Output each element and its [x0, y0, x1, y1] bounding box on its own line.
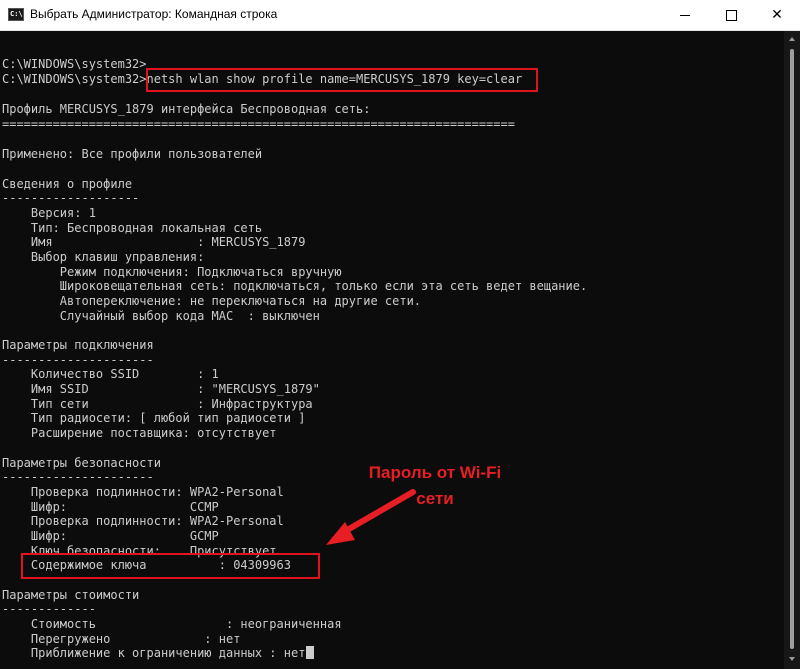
console-line: Широковещательная сеть: подключаться, то…	[2, 279, 588, 293]
window-title: Выбрать Администратор: Командная строка	[30, 7, 278, 21]
console-line: Перегружено : нет	[2, 632, 241, 646]
console-line: Профиль MERCUSYS_1879 интерфейса Беспров…	[2, 102, 371, 116]
console-line: Тип сети : Инфраструктура	[2, 397, 313, 411]
scroll-up-icon[interactable]	[789, 37, 795, 41]
console-line: -------------	[2, 602, 96, 616]
scrollbar-thumb[interactable]	[790, 49, 794, 649]
console-line: Расширение поставщика: отсутствует	[2, 426, 277, 440]
console-line-text: Приближение к ограничению данных : нет	[2, 646, 306, 660]
password-annotation: Пароль от Wi-Fi сети	[345, 460, 525, 512]
console-line: Параметры безопасности	[2, 456, 161, 470]
console-line: Сведения о профиле	[2, 177, 133, 191]
annotation-line-1: Пароль от Wi-Fi	[368, 463, 502, 482]
console-line: Случайный выбор кода MAC : выключен	[2, 309, 320, 323]
minimize-icon	[680, 14, 690, 16]
console-line: Тип: Беспроводная локальная сеть	[2, 221, 263, 235]
text-cursor	[306, 646, 315, 659]
cmd-icon: C:\	[8, 8, 24, 21]
console-line: ========================================…	[2, 117, 515, 131]
console-line: Параметры подключения	[2, 338, 154, 352]
key-highlight-box	[21, 553, 320, 579]
console-line: Автопереключение: не переключаться на др…	[2, 294, 422, 308]
command-highlight-box	[146, 68, 538, 92]
console-line: Выбор клавиш управления:	[2, 250, 205, 264]
console-line-last: Приближение к ограничению данных : нет	[2, 646, 315, 660]
console-line: Имя : MERCUSYS_1879	[2, 235, 306, 249]
console-line: Имя SSID : "MERCUSYS_1879"	[2, 382, 320, 396]
title-bar[interactable]: C:\ Выбрать Администратор: Командная стр…	[0, 0, 800, 31]
console-line: Проверка подлинности: WPA2-Personal	[2, 514, 284, 528]
console-line: Количество SSID : 1	[2, 367, 219, 381]
console-line: Тип радиосети: [ любой тип радиосети ]	[2, 411, 306, 425]
maximize-button[interactable]	[708, 0, 754, 30]
console-line: Шифр: GCMP	[2, 529, 219, 543]
annotation-line-2: сети	[416, 489, 454, 508]
vertical-scrollbar[interactable]	[784, 31, 800, 669]
close-icon: ✕	[771, 7, 783, 23]
console-line: ---------------------	[2, 353, 154, 367]
minimize-button[interactable]	[662, 0, 708, 30]
console-line: Проверка подлинности: WPA2-Personal	[2, 485, 284, 499]
console-line: -------------------	[2, 191, 140, 205]
console-line: Режим подключения: Подключаться вручную	[2, 265, 342, 279]
maximize-icon	[725, 9, 737, 21]
console-line: ---------------------	[2, 470, 154, 484]
console-line: Параметры стоимости	[2, 588, 140, 602]
console-line: Шифр: CCMP	[2, 500, 219, 514]
console-line: Стоимость : неограниченная	[2, 617, 342, 631]
console-line: C:\WINDOWS\system32>	[2, 57, 147, 71]
close-button[interactable]: ✕	[754, 0, 800, 30]
console-line: Версия: 1	[2, 206, 96, 220]
scroll-down-icon[interactable]	[789, 657, 795, 661]
console-line: Применено: Все профили пользователей	[2, 147, 263, 161]
